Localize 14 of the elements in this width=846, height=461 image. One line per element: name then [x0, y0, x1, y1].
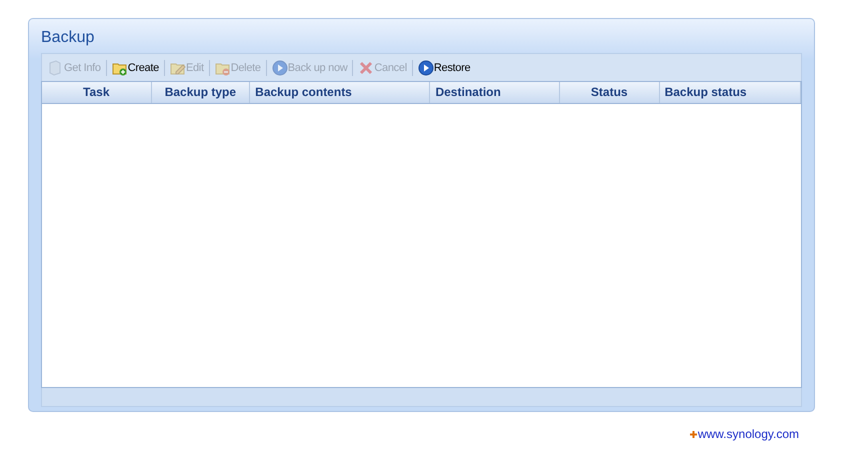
play-icon [272, 60, 288, 76]
play-icon [418, 60, 434, 76]
column-header[interactable]: Status [560, 82, 660, 103]
toolbar-button[interactable]: Restore [416, 58, 472, 78]
column-header[interactable]: Backup status [660, 82, 802, 103]
column-header[interactable]: Backup contents [250, 82, 430, 103]
plus-icon [690, 430, 697, 438]
website-link[interactable]: www.synology.com [698, 427, 799, 441]
panel-title: Backup [41, 28, 96, 48]
column-header[interactable]: Task [42, 82, 152, 103]
x-icon [358, 60, 374, 76]
toolbar-button[interactable]: Create [110, 58, 161, 78]
column-header[interactable]: Destination [430, 82, 560, 103]
column-header[interactable]: Backup type [152, 82, 250, 103]
